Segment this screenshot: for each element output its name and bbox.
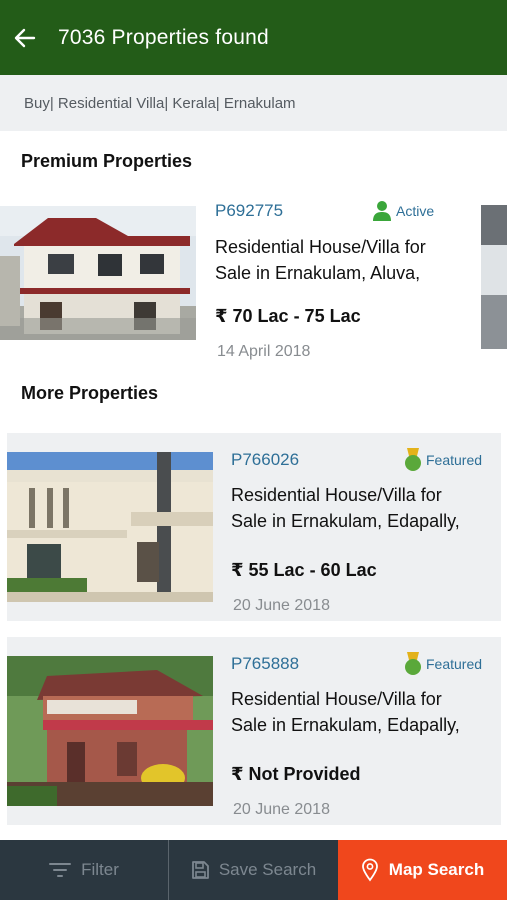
app-header: 7036 Properties found	[0, 0, 507, 75]
save-icon	[191, 861, 209, 879]
arrow-left-icon	[14, 28, 36, 47]
property-card[interactable]: P766026 Featured Residential House/Villa…	[7, 433, 501, 621]
featured-badge: Featured	[404, 652, 482, 676]
featured-badge: Featured	[404, 448, 482, 472]
property-title: Residential House/Villa for Sale in Erna…	[231, 689, 460, 735]
badge-label: Featured	[426, 452, 483, 468]
page-title: 7036 Properties found	[58, 25, 269, 49]
back-button[interactable]	[0, 0, 50, 75]
premium-property-card[interactable]: P692775 Active Residential House/Villa f…	[0, 190, 470, 370]
filter-icon	[49, 863, 72, 877]
property-photo	[0, 206, 196, 340]
property-title: Residential House/Villa for Sale in Erna…	[215, 237, 426, 283]
property-date: 14 April 2018	[217, 343, 311, 360]
filter-button[interactable]: Filter	[0, 840, 168, 900]
medal-icon	[405, 448, 421, 471]
map-search-label: Map Search	[388, 860, 485, 879]
bottom-action-bar: Filter Save Search Map Search	[0, 840, 507, 900]
property-code: P766026	[231, 450, 300, 469]
property-price: ₹ 70 Lac - 75 Lac	[215, 306, 361, 326]
status-badge: Active	[372, 200, 434, 222]
property-photo	[7, 656, 213, 806]
save-search-button[interactable]: Save Search	[168, 840, 338, 900]
badge-label: Featured	[426, 656, 483, 672]
property-price: ₹ Not Provided	[231, 764, 361, 784]
property-price: ₹ 55 Lac - 60 Lac	[231, 560, 377, 580]
property-card[interactable]: P765888 Featured Residential House/Villa…	[7, 637, 501, 825]
premium-section-title: Premium Properties	[21, 151, 193, 171]
property-date: 20 June 2018	[233, 801, 330, 818]
property-date: 20 June 2018	[233, 597, 330, 614]
property-code: P692775	[215, 201, 284, 220]
property-title: Residential House/Villa for Sale in Erna…	[231, 485, 460, 531]
property-code: P765888	[231, 654, 300, 673]
next-premium-card-preview[interactable]	[481, 205, 507, 349]
map-search-button[interactable]: Map Search	[338, 840, 507, 900]
save-search-label: Save Search	[218, 860, 317, 879]
property-photo	[7, 452, 213, 602]
more-section-title: More Properties	[21, 383, 159, 403]
medal-icon	[405, 652, 421, 675]
breadcrumb: Buy| Residential Villa| Kerala| Ernakula…	[0, 75, 507, 131]
map-pin-icon	[361, 858, 378, 882]
status-label: Active	[396, 203, 435, 219]
filter-label: Filter	[81, 860, 119, 879]
user-icon	[373, 201, 391, 221]
